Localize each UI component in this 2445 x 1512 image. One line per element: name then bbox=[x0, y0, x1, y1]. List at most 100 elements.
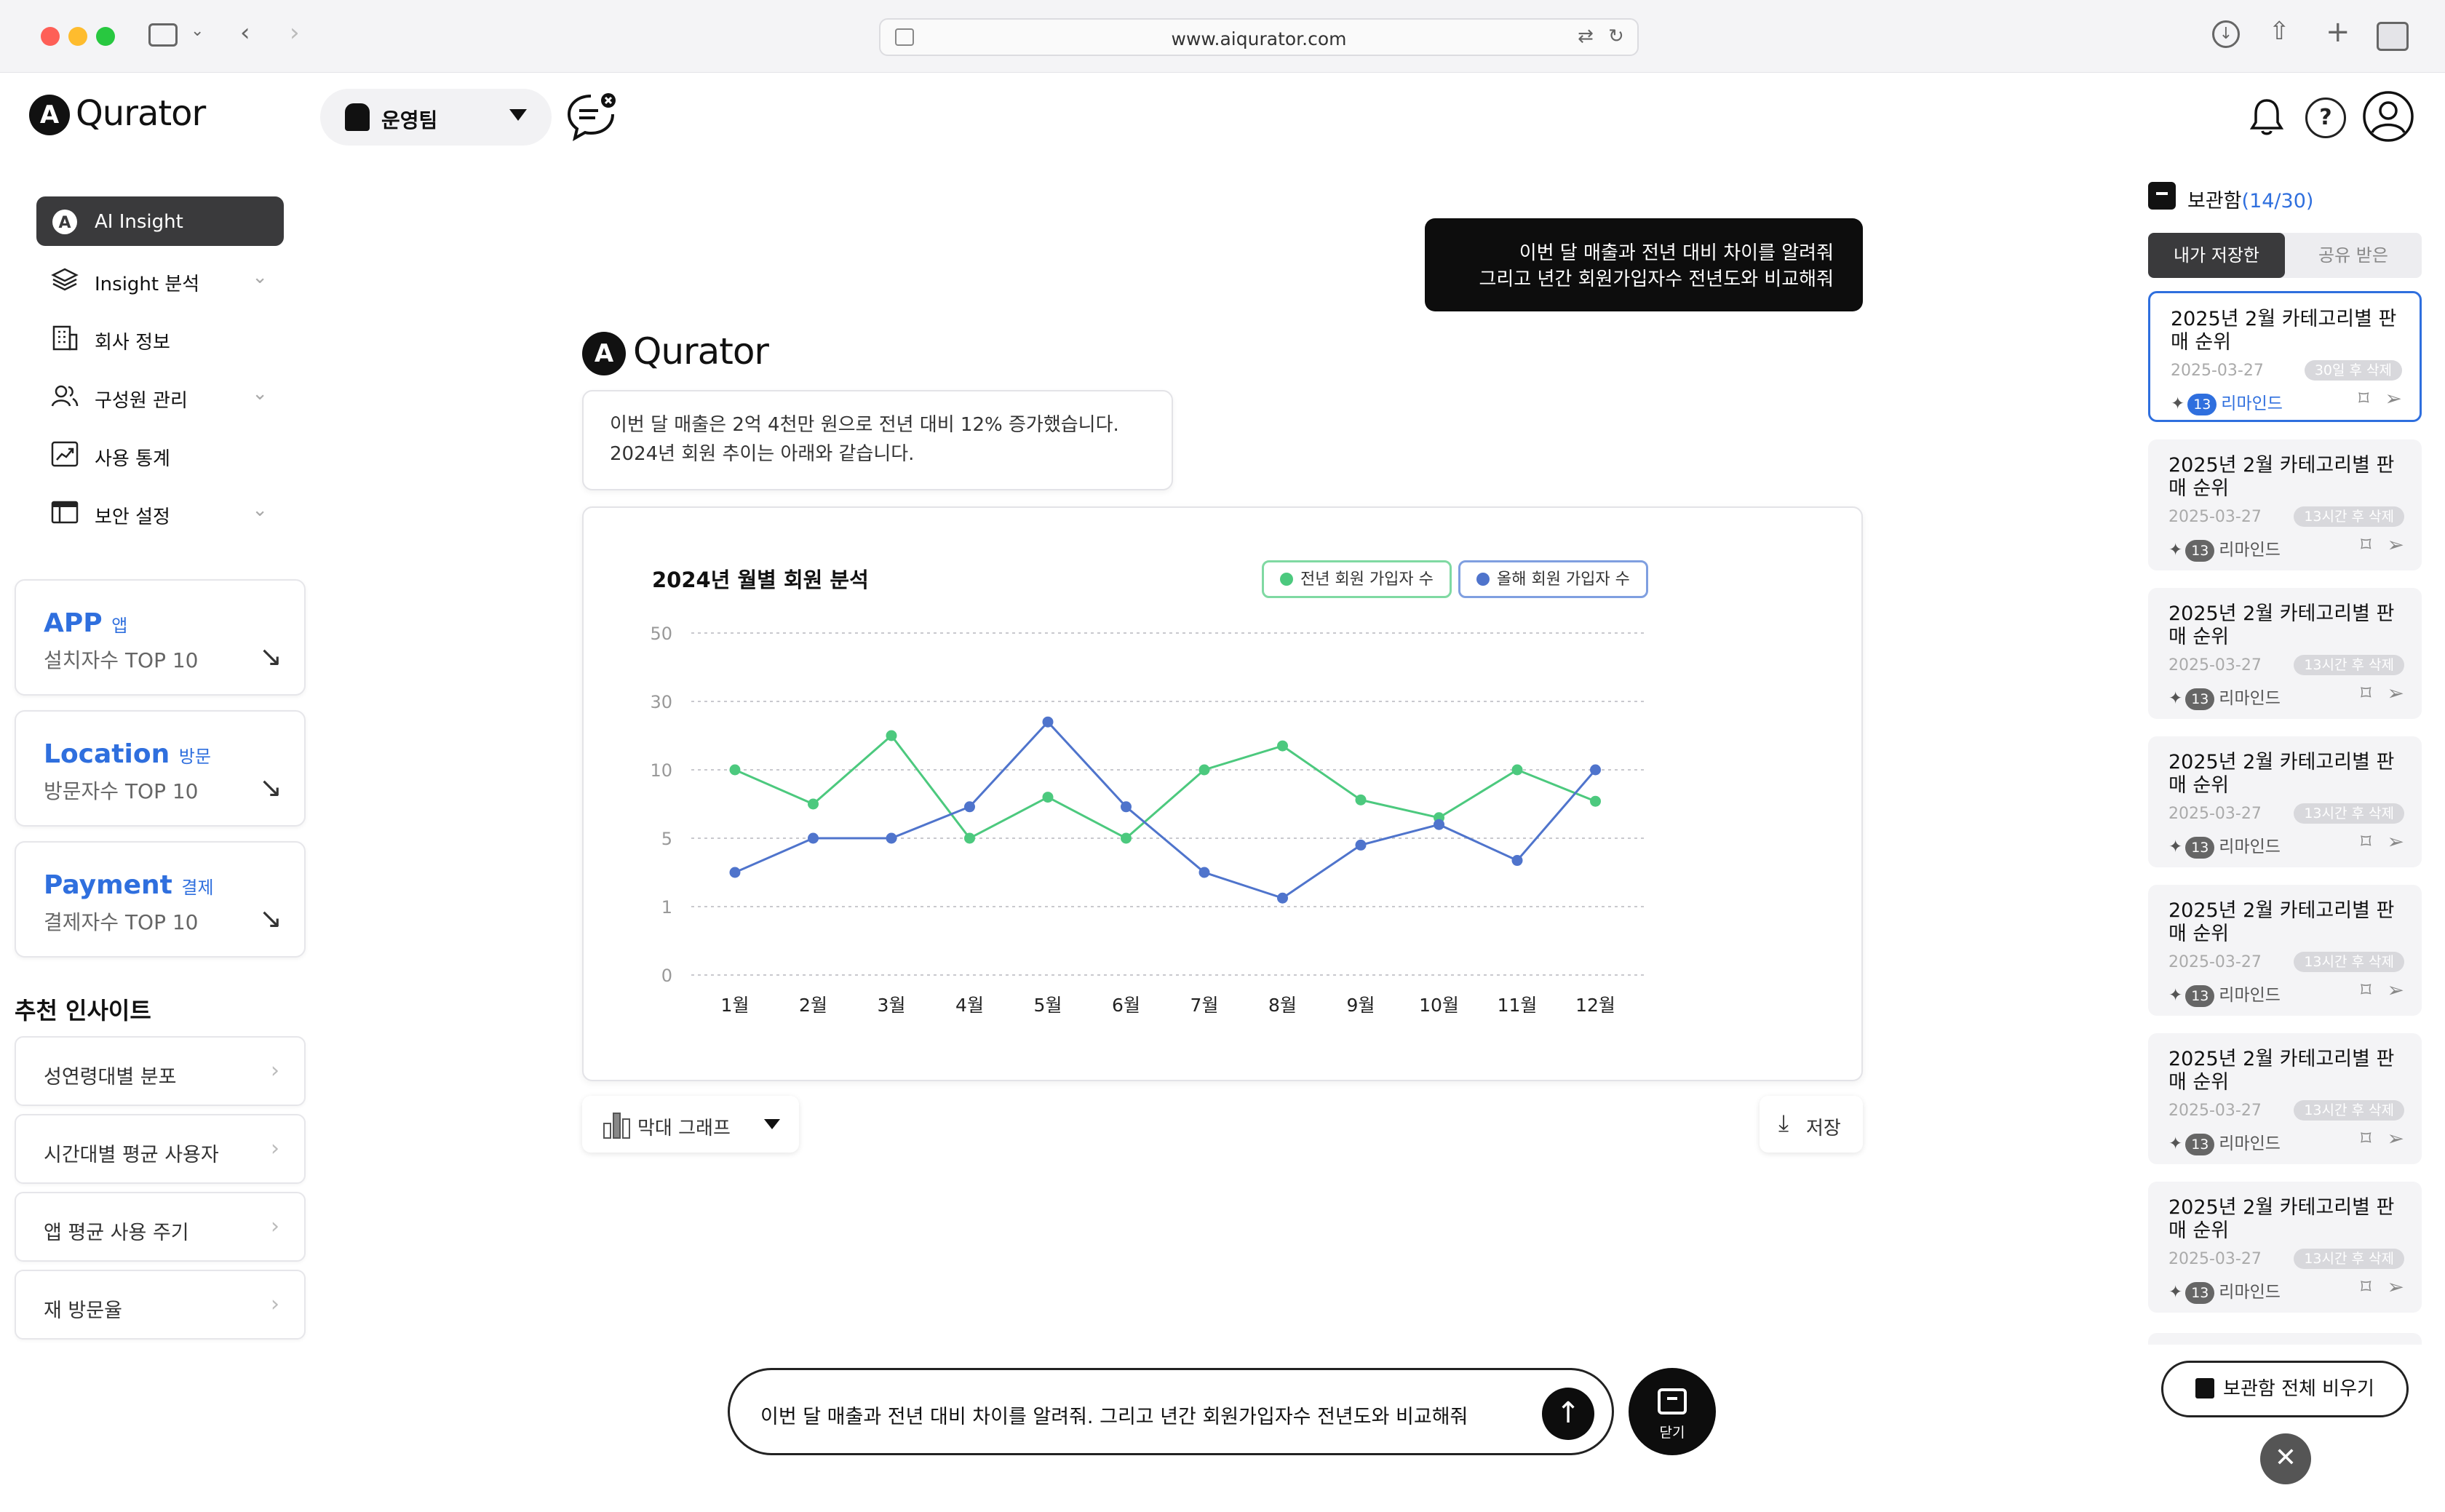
sidebar-item-6[interactable]: 보안 설정 ⌄ bbox=[36, 488, 284, 537]
data-point bbox=[1511, 855, 1523, 867]
send-icon[interactable]: ➢ bbox=[2388, 1275, 2404, 1299]
bookmark-icon[interactable]: ⌑ bbox=[2361, 1275, 2371, 1299]
chevron-down-icon[interactable]: ⌄ bbox=[252, 499, 268, 521]
archive-box-icon bbox=[1658, 1388, 1687, 1414]
remind-label: 리마인드 bbox=[2219, 1134, 2281, 1153]
chevron-down-icon[interactable]: ⌄ bbox=[252, 383, 268, 405]
address-bar[interactable]: www.aiqurator.com ⇄ ↻ bbox=[879, 18, 1639, 56]
share-icon[interactable]: ⇧ bbox=[2269, 19, 2290, 44]
archive-card[interactable]: 2025년 2월 카테고리별 판매 순위 2025-03-27 30일 후 삭제 ✦ 1… bbox=[2148, 291, 2422, 422]
tile-location-visits[interactable]: Location 방문 방문자수 TOP 10 ↘ bbox=[15, 710, 306, 827]
bookmark-icon[interactable]: ⌑ bbox=[2361, 533, 2371, 557]
bookmark-icon[interactable]: ⌑ bbox=[2361, 829, 2371, 854]
archive-card[interactable]: 2025년 2월 카테고리별 판매 순위 2025-03-27 13시간 후 삭제 ✦… bbox=[2148, 1033, 2422, 1164]
chat-input-bar[interactable]: 이번 달 매출과 전년 대비 차이를 알려줘. 그리고 년간 회원가입자수 전년… bbox=[728, 1368, 1614, 1455]
window-zoom-button[interactable] bbox=[96, 27, 115, 46]
remind-count: 13 bbox=[2185, 985, 2215, 1007]
sidebar-item-2[interactable]: Insight 분석 ⌄ bbox=[36, 255, 284, 304]
sidebar-item-3[interactable]: 회사 정보 bbox=[36, 313, 284, 362]
logo-text: Qurator bbox=[633, 330, 769, 373]
chat-list-button[interactable] bbox=[566, 92, 617, 142]
tab-shared[interactable]: 공유 받은 bbox=[2285, 233, 2422, 278]
chart-type-selector[interactable]: 막대 그래프 bbox=[582, 1096, 799, 1153]
sidebar-item-5[interactable]: 사용 통계 bbox=[36, 429, 284, 479]
chevron-right-icon: › bbox=[271, 1214, 279, 1239]
y-tick-label: 0 bbox=[661, 966, 672, 986]
send-icon[interactable]: ➢ bbox=[2388, 829, 2404, 854]
x-tick-label: 7월 bbox=[1190, 995, 1219, 1016]
remind-label: 리마인드 bbox=[2221, 394, 2283, 413]
archive-card-date: 2025-03-27 bbox=[2168, 953, 2262, 971]
tile-app-installs[interactable]: APP 앱 설치자수 TOP 10 ↘ bbox=[15, 579, 306, 696]
send-icon[interactable]: ➢ bbox=[2388, 533, 2404, 557]
recommend-item[interactable]: 재 방문율 › bbox=[15, 1270, 306, 1340]
chevron-down-icon[interactable]: ⌄ bbox=[191, 23, 204, 39]
download-icon[interactable]: ↓ bbox=[2212, 20, 2240, 48]
remind-label: 리마인드 bbox=[2219, 986, 2281, 1005]
archive-card-title: 2025년 2월 카테고리별 판매 순위 bbox=[2168, 602, 2395, 648]
profile-avatar-icon[interactable] bbox=[2362, 90, 2414, 143]
empty-archive-button[interactable]: 보관함 전체 비우기 bbox=[2161, 1361, 2409, 1417]
archive-card[interactable]: 2025년 2월 카테고리별 판매 순위 2025-03-27 13시간 후 삭제 ✦… bbox=[2148, 736, 2422, 867]
line-chart: 5030105101월 2월 3월 4월 5월 6월 7월 8월 9월 10월 11월 12월 bbox=[650, 624, 1645, 1016]
help-icon[interactable]: ? bbox=[2305, 98, 2346, 138]
bookmark-icon[interactable]: ⌑ bbox=[2361, 1126, 2371, 1150]
remind-info[interactable]: ✦ 13 리마인드 bbox=[2168, 684, 2281, 710]
remind-info[interactable]: ✦ 13 리마인드 bbox=[2168, 981, 2281, 1007]
notification-bell-icon[interactable] bbox=[2249, 98, 2284, 137]
close-chat-button[interactable]: 닫기 bbox=[1629, 1368, 1716, 1455]
recommend-item[interactable]: 시간대별 평균 사용자 › bbox=[15, 1114, 306, 1184]
forward-icon[interactable]: › bbox=[290, 20, 300, 45]
archive-card[interactable]: 2025년 2월 카테고리별 판매 순위 2025-03-27 13시간 후 삭제 ✦… bbox=[2148, 588, 2422, 719]
svg-text:A: A bbox=[58, 214, 71, 232]
team-selector[interactable]: 운영팀 bbox=[320, 89, 552, 146]
x-tick-label: 4월 bbox=[955, 995, 984, 1016]
sparkle-icon: ✦ bbox=[2168, 1134, 2183, 1153]
sidebar-item-4[interactable]: 구성원 관리 ⌄ bbox=[36, 371, 284, 421]
tile-payment-payers[interactable]: Payment 결제 결제자수 TOP 10 ↘ bbox=[15, 841, 306, 958]
tabs-overview-icon[interactable] bbox=[2377, 22, 2409, 51]
team-name: 운영팀 bbox=[381, 108, 438, 132]
archive-card[interactable]: 2025년 2월 카테고리별 판매 순위 2025-03-27 13시간 후 삭제 ✦… bbox=[2148, 885, 2422, 1016]
recommend-item[interactable]: 성연령대별 분포 › bbox=[15, 1036, 306, 1106]
remind-info[interactable]: ✦ 13 리마인드 bbox=[2168, 832, 2281, 859]
archive-icon bbox=[2148, 182, 2176, 210]
window-close-button[interactable] bbox=[41, 27, 60, 46]
bookmark-icon[interactable]: ⌑ bbox=[2361, 978, 2371, 1002]
new-tab-icon[interactable]: + bbox=[2326, 17, 2350, 47]
remind-info[interactable]: ✦ 13 리마인드 bbox=[2168, 1129, 2281, 1155]
send-icon[interactable]: ➢ bbox=[2388, 1126, 2404, 1150]
save-chart-button[interactable]: ⤓ 저장 bbox=[1760, 1096, 1863, 1153]
bookmark-icon[interactable]: ⌑ bbox=[2358, 386, 2369, 410]
archive-card[interactable]: 2025년 2월 카테고리별 판매 순위 2025-03-27 13시간 후 삭제 ✦… bbox=[2148, 439, 2422, 570]
legend-swatch bbox=[1280, 573, 1293, 586]
window-minimize-button[interactable] bbox=[68, 27, 87, 46]
legend-item-this-year[interactable]: 올해 회원 가입자 수 bbox=[1458, 560, 1648, 598]
sidebar-item-1[interactable]: A AI Insight bbox=[36, 196, 284, 246]
send-button[interactable]: ↑ bbox=[1542, 1388, 1594, 1440]
team-icon bbox=[345, 103, 370, 131]
remind-info[interactable]: ✦ 13 리마인드 bbox=[2171, 389, 2283, 415]
send-icon[interactable]: ➢ bbox=[2388, 681, 2404, 705]
legend-item-prev-year[interactable]: 전년 회원 가입자 수 bbox=[1262, 560, 1452, 598]
bookmark-icon[interactable]: ⌑ bbox=[2361, 681, 2371, 705]
remind-count: 13 bbox=[2185, 1282, 2215, 1304]
chat-input-text[interactable]: 이번 달 매출과 전년 대비 차이를 알려줘. 그리고 년간 회원가입자수 전년… bbox=[760, 1401, 1468, 1429]
chevron-down-icon[interactable]: ⌄ bbox=[252, 266, 268, 288]
translate-icon[interactable]: ⇄ bbox=[1578, 27, 1594, 46]
remind-info[interactable]: ✦ 13 리마인드 bbox=[2168, 1278, 2281, 1304]
delete-countdown-badge: 13시간 후 삭제 bbox=[2294, 1249, 2404, 1269]
recommend-item[interactable]: 앱 평균 사용 주기 › bbox=[15, 1192, 306, 1262]
remind-info[interactable]: ✦ 13 리마인드 bbox=[2168, 536, 2281, 562]
send-icon[interactable]: ➢ bbox=[2388, 978, 2404, 1002]
tab-mine[interactable]: 내가 저장한 bbox=[2148, 233, 2285, 278]
x-tick-label: 1월 bbox=[721, 995, 750, 1016]
back-icon[interactable]: ‹ bbox=[240, 20, 250, 45]
sidebar-toggle-icon[interactable] bbox=[148, 23, 178, 47]
sidebar-item-label: Insight 분석 bbox=[95, 274, 200, 295]
data-point bbox=[1121, 801, 1132, 813]
reload-icon[interactable]: ↻ bbox=[1608, 27, 1624, 46]
archive-card[interactable]: 2025년 2월 카테고리별 판매 순위 2025-03-27 13시간 후 삭제 ✦… bbox=[2148, 1182, 2422, 1313]
close-panel-button[interactable]: ✕ bbox=[2260, 1433, 2311, 1484]
send-icon[interactable]: ➢ bbox=[2385, 386, 2402, 410]
